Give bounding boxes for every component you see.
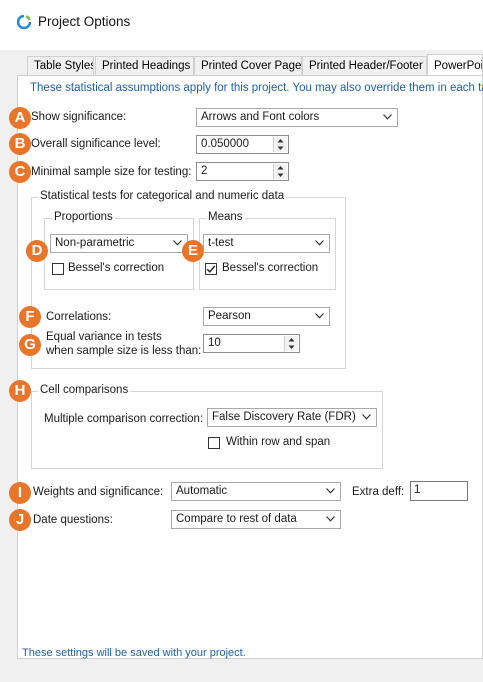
chevron-down-icon <box>326 516 335 522</box>
minimal-sample-value: 2 <box>201 165 208 177</box>
overall-significance-label: Overall significance level: <box>31 138 161 150</box>
chevron-down-icon <box>383 114 392 120</box>
proportions-bessel-label: Bessel's correction <box>68 262 165 274</box>
proportions-bessel-checkbox[interactable] <box>52 263 64 275</box>
window-title: Project Options <box>38 14 131 29</box>
badge-i: I <box>9 482 31 504</box>
equal-variance-stepper[interactable]: 10 <box>203 334 300 353</box>
badge-c: C <box>9 161 31 183</box>
badge-a: A <box>9 107 31 129</box>
chevron-down-icon <box>315 240 324 246</box>
footer-note: These settings will be saved with your p… <box>22 647 246 659</box>
proportions-dropdown[interactable]: Non-parametric <box>50 234 188 253</box>
statistical-tests-label: Statistical tests for categorical and nu… <box>38 190 287 202</box>
proportions-label: Proportions <box>52 211 115 223</box>
means-dropdown[interactable]: t-test <box>203 234 330 253</box>
proportions-group <box>44 218 194 290</box>
means-bessel-label: Bessel's correction <box>222 262 319 274</box>
multiple-comparison-dropdown[interactable]: False Discovery Rate (FDR) <box>207 408 377 427</box>
cell-comparisons-group <box>31 391 383 469</box>
spin-buttons[interactable] <box>273 164 287 179</box>
spin-up-icon[interactable] <box>285 336 298 343</box>
weights-dropdown[interactable]: Automatic <box>171 482 341 501</box>
weights-label: Weights and significance: <box>33 486 164 498</box>
cell-comparisons-label: Cell comparisons <box>38 384 131 396</box>
chevron-down-icon <box>326 488 335 494</box>
chevron-down-icon <box>315 313 324 319</box>
within-row-span-label: Within row and span <box>226 436 331 448</box>
badge-h: H <box>9 380 31 402</box>
minimal-sample-label: Minimal sample size for testing: <box>31 166 192 178</box>
checkmark-icon <box>206 265 216 273</box>
extra-deff-value: 1 <box>414 484 421 496</box>
overall-significance-value: 0.050000 <box>201 138 249 150</box>
means-label: Means <box>206 211 245 223</box>
spin-down-icon[interactable] <box>274 172 287 179</box>
tab-table-styles[interactable]: Table Styles <box>27 56 94 75</box>
means-group <box>199 218 336 290</box>
chevron-down-icon <box>362 414 371 420</box>
badge-e: E <box>182 240 204 262</box>
multiple-comparison-value: False Discovery Rate (FDR) <box>212 411 356 423</box>
badge-f: F <box>19 306 41 328</box>
date-questions-value: Compare to rest of data <box>176 513 297 525</box>
badge-b: B <box>9 133 31 155</box>
multiple-comparison-label: Multiple comparison correction: <box>44 413 204 425</box>
date-questions-dropdown[interactable]: Compare to rest of data <box>171 510 341 529</box>
extra-deff-input[interactable]: 1 <box>410 481 468 501</box>
tab-printed-headings[interactable]: Printed Headings <box>95 56 194 75</box>
correlations-value: Pearson <box>208 310 251 322</box>
chevron-down-icon <box>173 240 182 246</box>
extra-deff-label: Extra deff: <box>352 486 405 498</box>
means-bessel-checkbox[interactable] <box>205 263 217 275</box>
show-significance-label: Show significance: <box>31 111 127 123</box>
date-questions-label: Date questions: <box>33 514 113 526</box>
spin-down-icon[interactable] <box>285 344 298 351</box>
badge-j: J <box>9 509 31 531</box>
badge-g: G <box>19 334 41 356</box>
within-row-span-checkbox[interactable] <box>208 437 220 449</box>
equal-variance-label-2: when sample size is less than: <box>46 345 202 357</box>
proportions-value: Non-parametric <box>55 237 135 249</box>
correlations-label: Correlations: <box>46 311 112 323</box>
spin-buttons[interactable] <box>273 137 287 152</box>
correlations-dropdown[interactable]: Pearson <box>203 307 330 326</box>
spin-buttons[interactable] <box>284 336 298 351</box>
equal-variance-label-1: Equal variance in tests <box>46 331 162 343</box>
equal-variance-value: 10 <box>208 337 221 349</box>
show-significance-dropdown[interactable]: Arrows and Font colors <box>196 108 398 127</box>
tab-printed-cover-page[interactable]: Printed Cover Page <box>194 56 302 75</box>
app-logo-icon <box>17 15 31 29</box>
overall-significance-stepper[interactable]: 0.050000 <box>196 135 289 154</box>
spin-up-icon[interactable] <box>274 137 287 144</box>
badge-d: D <box>26 240 48 262</box>
minimal-sample-stepper[interactable]: 2 <box>196 162 289 181</box>
tab-printed-header-footer[interactable]: Printed Header/Footer <box>302 56 427 75</box>
show-significance-value: Arrows and Font colors <box>201 111 320 123</box>
tab-powerpoint[interactable]: PowerPoi <box>427 54 483 76</box>
weights-value: Automatic <box>176 485 228 497</box>
spin-up-icon[interactable] <box>274 164 287 171</box>
spin-down-icon[interactable] <box>274 145 287 152</box>
info-text: These statistical assumptions apply for … <box>30 82 483 94</box>
means-value: t-test <box>208 237 234 249</box>
